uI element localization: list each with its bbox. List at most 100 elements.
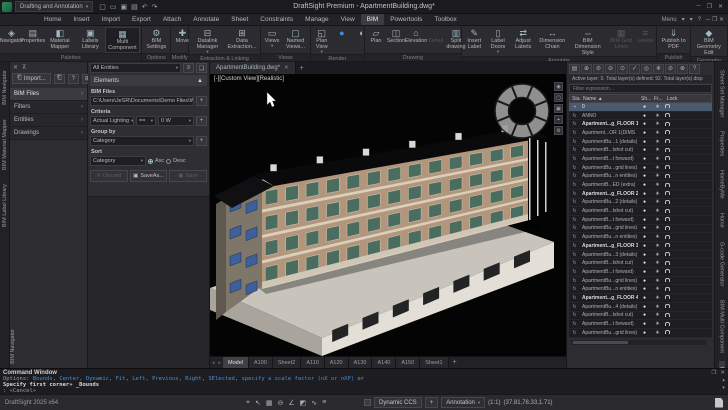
sheet-tab-a140[interactable]: A140	[372, 357, 396, 368]
import-button[interactable]: ⎗ Import...	[12, 73, 51, 84]
freeze-layer-icon[interactable]: ☀	[651, 278, 664, 284]
views-button[interactable]: ▭Views▾	[262, 27, 282, 53]
undo-icon[interactable]: ↶	[142, 3, 148, 11]
menu-export[interactable]: Export	[126, 14, 157, 25]
freeze-layers-icon[interactable]: ❄	[653, 64, 664, 74]
menu-attach[interactable]: Attach	[157, 14, 187, 25]
sheet-tab-a100[interactable]: A100	[249, 357, 273, 368]
palette-tab-bim-label-library[interactable]: BIM Label Library	[2, 178, 8, 233]
render-sphere-icon[interactable]: ●	[332, 27, 352, 54]
nav-item-filters[interactable]: Filters›	[10, 101, 87, 114]
open-file-icon[interactable]: ▭	[110, 3, 117, 11]
show-layer-icon[interactable]: ●	[638, 139, 651, 145]
freeze-layer-icon[interactable]: ☀	[651, 269, 664, 275]
criteria-field-combo[interactable]: Actual Lighting▾	[90, 116, 134, 126]
label-doors-button[interactable]: ▯Label Doors▾	[486, 27, 510, 56]
new-sheet-button[interactable]: +	[449, 357, 461, 368]
help-icon[interactable]: ?	[68, 74, 79, 84]
show-layer-icon[interactable]: ●	[638, 269, 651, 275]
viewport-tool-button-4[interactable]: ⚙	[554, 126, 563, 135]
freeze-layer-icon[interactable]: ☀	[651, 173, 664, 179]
menu-constraints[interactable]: Constraints	[254, 14, 299, 25]
polar-icon[interactable]: ∠	[288, 399, 294, 407]
viewport-tool-button-0[interactable]: ◉	[554, 82, 563, 91]
menu-home[interactable]: Home	[38, 14, 67, 25]
show-layer-icon[interactable]: ●	[638, 243, 651, 249]
freeze-layer-icon[interactable]: ☀	[651, 260, 664, 266]
datalink-manager-button[interactable]: ⊟Datalink Manager▾	[190, 27, 225, 54]
close-icon[interactable]: ✕	[13, 64, 18, 71]
save-as-button[interactable]: ▣SaveAs...	[130, 170, 168, 182]
chevron-down-icon[interactable]: ▾	[682, 16, 685, 23]
command-option-link[interactable]: Previous	[152, 376, 179, 382]
freeze-layer-icon[interactable]: ☀	[651, 139, 664, 145]
show-layer-icon[interactable]: ●	[638, 173, 651, 179]
viewport-tool-button-1[interactable]: ▢	[554, 93, 563, 102]
insert-label-button[interactable]: ✎Insert Label	[463, 27, 486, 56]
freeze-layer-icon[interactable]: ☀	[651, 191, 664, 197]
document-status-icon[interactable]	[715, 398, 723, 408]
show-layer-icon[interactable]: ●	[638, 260, 651, 266]
sheet-tab-sheet1[interactable]: Sheet1	[420, 357, 448, 368]
show-layer-icon[interactable]: ●	[638, 165, 651, 171]
properties-button[interactable]: ▤Properties	[22, 27, 44, 53]
show-layer-icon[interactable]: ●	[638, 278, 651, 284]
entity-filter-combo[interactable]: All Entities▾	[90, 63, 181, 73]
layer-row[interactable]: ↻ApartmentB...tshot cut)●☀	[569, 259, 712, 268]
chevron-down-icon[interactable]: ▾	[690, 16, 693, 23]
named-views-button[interactable]: ▢Named Views...	[282, 27, 309, 53]
material-mapper-button[interactable]: ◧Material Mapper	[44, 27, 76, 53]
freeze-layer-icon[interactable]: ☀	[651, 321, 664, 327]
viewport-tool-button-3[interactable]: ⌖	[554, 115, 563, 124]
layer-row[interactable]: ↻ApartmentBu...n entities)●☀	[569, 285, 712, 294]
layer-row[interactable]: ↻ApartmentBu...grid lines)●☀	[569, 164, 712, 173]
layer-panel-icon[interactable]: ▤	[569, 64, 580, 74]
command-option-link[interactable]: Fit	[116, 376, 126, 382]
bim-geometry-edit-button[interactable]: ◆BIM Geometry Edit	[692, 27, 726, 56]
freeze-layer-icon[interactable]: ☀	[651, 252, 664, 258]
help-icon[interactable]: ?	[689, 64, 700, 74]
palette-tab-bim-navigator[interactable]: BIM Navigator	[2, 64, 8, 111]
esnap-icon[interactable]: ◩	[300, 399, 307, 407]
layer-row[interactable]: ↻ApartmentBu...3 (details)●☀	[569, 251, 712, 260]
ortho-icon[interactable]: ⊖	[277, 399, 283, 407]
pin-icon[interactable]: ⊼	[22, 64, 26, 71]
command-window[interactable]: Command Window Options: Bounds, Center, …	[0, 368, 728, 394]
levels-button[interactable]: ≡Levels	[635, 27, 655, 56]
freeze-layer-icon[interactable]: ☀	[651, 217, 664, 223]
bim-dimension-style-button[interactable]: ⇔BIM Dimension Style	[568, 27, 606, 56]
bim-settings-button[interactable]: ⚙BIM Settings	[143, 27, 169, 53]
show-layer-icon[interactable]: ●	[638, 252, 651, 258]
window-control-icon[interactable]: ─	[696, 3, 700, 10]
add-scale-button[interactable]: +	[425, 397, 439, 408]
show-layer-icon[interactable]: ●	[638, 113, 651, 119]
freeze-layer-icon[interactable]: ☀	[651, 312, 664, 318]
labels-library-button[interactable]: ▣Labels Library	[76, 27, 105, 53]
menu-annotate[interactable]: Annotate	[187, 14, 225, 25]
model-viewport[interactable]: [-][Custom View][Realistic]	[210, 74, 566, 356]
freeze-layer-icon[interactable]: ☀	[651, 330, 664, 336]
nav-item-drawings[interactable]: Drawings›	[10, 127, 87, 140]
show-layer-icon[interactable]: ●	[638, 330, 651, 336]
show-layer-icon[interactable]: ●	[638, 286, 651, 292]
layer-states-icon[interactable]: ⊜	[593, 64, 604, 74]
menu-toolbox[interactable]: Toolbox	[428, 14, 462, 25]
palette-tab-g-code-generator[interactable]: G-code Generator	[719, 236, 725, 292]
show-layer-icon[interactable]: ●	[638, 156, 651, 162]
dimension-chain-button[interactable]: ↔Dimension Chain	[536, 27, 568, 56]
adjust-labels-button[interactable]: ⇄Adjust Labels	[510, 27, 536, 56]
layer-row[interactable]: ↻Apartment...g_FLOOR 1●☀	[569, 120, 712, 129]
layer-row[interactable]: ↻Apartment...OR 1(DIMS●☀	[569, 129, 712, 138]
sheet-tab-a150[interactable]: A150	[396, 357, 420, 368]
sheet-tab-model[interactable]: Model	[223, 357, 249, 368]
palette-tab-home[interactable]: Home	[719, 207, 725, 234]
show-layer-icon[interactable]: ●	[638, 191, 651, 197]
bim-files-path-combo[interactable]: C:\Users\JeSR\Documents\Demo Files\Wor▾	[90, 96, 194, 106]
elevation-button[interactable]: ⌂Elevation	[406, 27, 426, 53]
layer-row[interactable]: ↻ApartmentB...t forward)●☀	[569, 320, 712, 329]
data-extraction-button[interactable]: ⊞Data Extraction...	[225, 27, 259, 54]
new-layer-icon[interactable]: ⊕	[581, 64, 592, 74]
layer-row[interactable]: ↻ApartmentBu...grid lines)●☀	[569, 277, 712, 286]
detail-button[interactable]: ◌Detail	[426, 27, 446, 53]
window-control-icon[interactable]: ✕	[719, 17, 724, 23]
